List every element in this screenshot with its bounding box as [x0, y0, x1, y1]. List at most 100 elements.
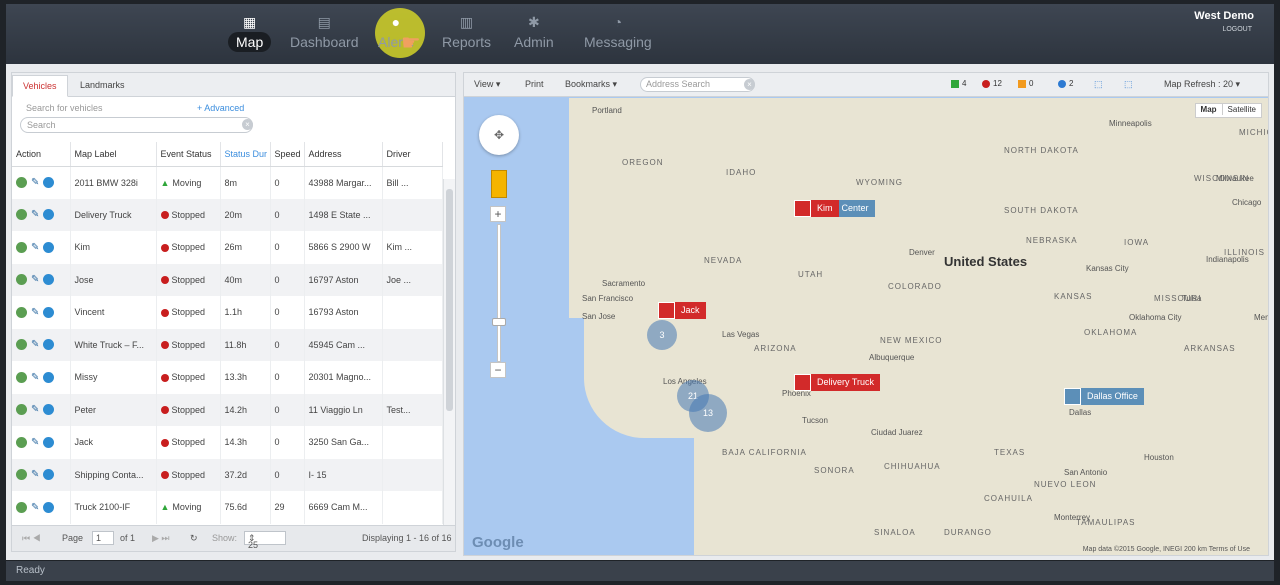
table-row[interactable]: ✎ Kim Stopped 26m 0 5866 S 2900 W Kim ...	[12, 231, 443, 264]
first-page-icon[interactable]: ⏮ ◀	[22, 533, 41, 544]
cluster-13[interactable]: 13	[689, 394, 727, 432]
col-address[interactable]: Address	[304, 142, 383, 167]
tab-vehicles[interactable]: Vehicles	[12, 75, 68, 97]
scroll-thumb[interactable]	[446, 189, 453, 411]
street-view-icon[interactable]	[491, 170, 507, 198]
track-icon[interactable]	[43, 501, 55, 513]
edit-icon[interactable]: ✎	[31, 339, 39, 350]
marker-dallas-office[interactable]: Dallas Office	[1064, 388, 1144, 405]
table-row[interactable]: ✎ Shipping Conta... Stopped 37.2d 0 I- 15	[12, 458, 443, 491]
edit-icon[interactable]: ✎	[31, 307, 39, 318]
locate-icon[interactable]	[16, 436, 27, 448]
table-row[interactable]: ✎ Delivery Truck Stopped 20m 0 1498 E State .…	[12, 198, 443, 231]
table-row[interactable]: ✎ White Truck – F... Stopped 11.8h 0 45945 Ca…	[12, 328, 443, 361]
view-menu[interactable]: View ▾	[474, 79, 500, 90]
col-speed[interactable]: Speed	[270, 142, 305, 167]
user-name[interactable]: West Demo	[1194, 10, 1254, 22]
map-type-toggle[interactable]: Map Satellite	[1194, 103, 1262, 118]
track-icon[interactable]	[43, 469, 55, 481]
row-map-label: Jack	[70, 426, 157, 459]
map-refresh-select[interactable]: Map Refresh : 20 ▾	[1164, 79, 1240, 90]
locate-icon[interactable]	[16, 469, 27, 481]
legend-idle[interactable]: 0	[1018, 79, 1033, 88]
locate-icon[interactable]	[16, 371, 27, 383]
table-row[interactable]: ✎ Vincent Stopped 1.1h 0 16793 Aston	[12, 296, 443, 329]
map-canvas[interactable]: ✥ + − Map Satellite Portland Minneapolis Ch…	[464, 98, 1268, 555]
map-type-map[interactable]: Map	[1196, 104, 1222, 115]
locate-icon[interactable]	[16, 501, 27, 513]
track-icon[interactable]	[43, 209, 55, 221]
edit-icon[interactable]: ✎	[31, 209, 39, 220]
track-icon[interactable]	[43, 371, 55, 383]
col-event-status[interactable]: Event Status	[156, 142, 221, 167]
locate-icon[interactable]	[16, 241, 27, 253]
locate-icon[interactable]	[16, 177, 27, 189]
map-type-satellite[interactable]: Satellite	[1221, 104, 1261, 115]
track-icon[interactable]	[43, 404, 55, 416]
page-size-select[interactable]: 25 ⇕	[244, 531, 286, 550]
col-map-label[interactable]: Map Label	[70, 142, 157, 167]
page-input[interactable]: 1	[92, 531, 114, 545]
locate-icon[interactable]	[16, 404, 27, 416]
nav-admin[interactable]: ✱ Admin	[506, 12, 562, 58]
clear-address-icon[interactable]: ×	[744, 79, 755, 90]
table-row[interactable]: ✎ Missy Stopped 13.3h 0 20301 Magno...	[12, 361, 443, 394]
track-icon[interactable]	[43, 339, 55, 351]
select-area-icon[interactable]: ⬚	[1094, 79, 1103, 90]
edit-icon[interactable]: ✎	[31, 469, 39, 480]
locate-icon[interactable]	[16, 339, 27, 351]
locate-icon[interactable]	[16, 306, 27, 318]
track-icon[interactable]	[43, 306, 55, 318]
logout-link[interactable]: LOGOUT	[1222, 26, 1252, 33]
nav-dashboard[interactable]: ▤ Dashboard	[282, 12, 367, 58]
track-icon[interactable]	[43, 274, 55, 286]
edit-icon[interactable]: ✎	[31, 404, 39, 415]
edit-icon[interactable]: ✎	[31, 502, 39, 513]
track-icon[interactable]	[43, 436, 55, 448]
table-row[interactable]: ✎ Jose Stopped 40m 0 16797 Aston Joe ...	[12, 263, 443, 296]
clear-search-icon[interactable]: ×	[242, 119, 253, 130]
track-icon[interactable]	[43, 241, 55, 253]
advanced-search-link[interactable]: + Advanced	[197, 103, 244, 113]
address-search-input[interactable]: Address Search	[640, 77, 755, 92]
edit-icon[interactable]: ✎	[31, 242, 39, 253]
legend-moving[interactable]: 4	[951, 79, 966, 88]
legend-stopped[interactable]: 12	[982, 79, 1002, 88]
zoom-slider[interactable]	[497, 224, 501, 362]
legend-landmark[interactable]: 2	[1058, 79, 1073, 88]
zoom-thumb[interactable]	[492, 318, 506, 326]
zoom-out-button[interactable]: −	[490, 362, 506, 378]
tab-landmarks[interactable]: Landmarks	[70, 75, 135, 97]
map-attribution[interactable]: Map data ©2015 Google, INEGI 200 km Term…	[1083, 546, 1250, 553]
edit-icon[interactable]: ✎	[31, 372, 39, 383]
marker-delivery-truck[interactable]: Delivery Truck	[794, 374, 881, 391]
col-action[interactable]: Action	[12, 142, 71, 167]
table-scrollbar[interactable]	[443, 179, 455, 529]
locate-icon[interactable]	[16, 209, 27, 221]
bookmarks-menu[interactable]: Bookmarks ▾	[565, 79, 617, 90]
nav-map[interactable]: ▦ Map	[228, 12, 272, 58]
table-row[interactable]: ✎ Truck 2100-IF ▲ Moving 75.6d 29 6669 Cam M..…	[12, 491, 443, 524]
table-row[interactable]: ✎ 2011 BMW 328i ▲ Moving 8m 0 43988 Margar... B…	[12, 166, 443, 199]
marker-jack[interactable]: Jack	[658, 302, 706, 319]
col-status-dur[interactable]: Status Dur	[220, 142, 271, 167]
nav-messaging[interactable]: ◔ Messaging	[576, 12, 660, 58]
zoom-in-button[interactable]: +	[490, 206, 506, 222]
print-button[interactable]: Print	[525, 79, 544, 89]
edit-icon[interactable]: ✎	[31, 274, 39, 285]
select-region-icon[interactable]: ⬚	[1124, 79, 1133, 90]
edit-icon[interactable]: ✎	[31, 177, 39, 188]
table-row[interactable]: ✎ Peter Stopped 14.2h 0 11 Viaggio Ln Test...	[12, 393, 443, 426]
track-icon[interactable]	[43, 177, 55, 189]
nav-reports[interactable]: ▥ Reports	[434, 12, 499, 58]
cluster-3[interactable]: 3	[647, 320, 677, 350]
refresh-icon[interactable]: ↻	[190, 533, 198, 544]
edit-icon[interactable]: ✎	[31, 437, 39, 448]
next-page-icon[interactable]: ▶ ⏭	[152, 533, 170, 544]
col-driver[interactable]: Driver	[382, 142, 443, 167]
pan-control[interactable]: ✥	[479, 115, 519, 155]
locate-icon[interactable]	[16, 274, 27, 286]
table-row[interactable]: ✎ Jack Stopped 14.3h 0 3250 San Ga...	[12, 426, 443, 459]
marker-kim[interactable]: Kim	[794, 200, 839, 217]
vehicle-search-input[interactable]: Search	[20, 117, 253, 133]
